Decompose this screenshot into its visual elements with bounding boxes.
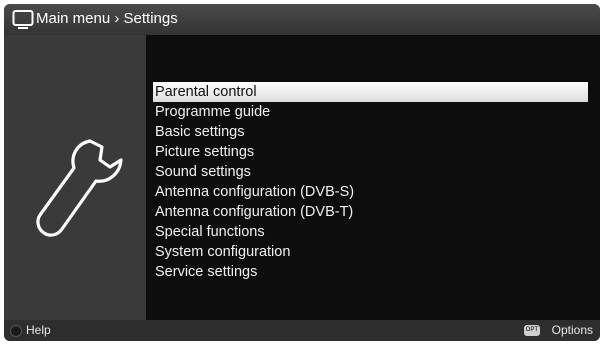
menu-item-programme-guide[interactable]: Programme guide bbox=[153, 102, 588, 122]
sidebar bbox=[4, 35, 146, 320]
options-label[interactable]: Options bbox=[552, 323, 593, 338]
opt-key-icon: OPT bbox=[523, 325, 540, 336]
settings-menu: Parental control Programme guide Basic s… bbox=[153, 82, 588, 282]
menu-item-antenna-dvbt[interactable]: Antenna configuration (DVB-T) bbox=[153, 202, 588, 222]
help-label[interactable]: Help bbox=[26, 323, 51, 338]
page-title: Main menu › Settings bbox=[36, 10, 178, 27]
menu-item-special-functions[interactable]: Special functions bbox=[153, 222, 588, 242]
menu-item-system-configuration[interactable]: System configuration bbox=[153, 242, 588, 262]
menu-panel: Parental control Programme guide Basic s… bbox=[146, 35, 600, 320]
menu-item-picture-settings[interactable]: Picture settings bbox=[153, 142, 588, 162]
wrench-icon bbox=[36, 139, 123, 237]
menu-item-sound-settings[interactable]: Sound settings bbox=[153, 162, 588, 182]
header-bar: Main menu › Settings bbox=[4, 4, 600, 35]
menu-item-basic-settings[interactable]: Basic settings bbox=[153, 122, 588, 142]
menu-item-service-settings[interactable]: Service settings bbox=[153, 262, 588, 282]
menu-item-parental-control[interactable]: Parental control bbox=[153, 82, 588, 102]
menu-item-antenna-dvbs[interactable]: Antenna configuration (DVB-S) bbox=[153, 182, 588, 202]
tv-icon bbox=[12, 10, 34, 29]
settings-screen: Main menu › Settings Parental control Pr… bbox=[4, 4, 600, 341]
help-button-icon[interactable] bbox=[10, 325, 22, 337]
footer-bar: Help OPT Options bbox=[4, 320, 600, 341]
